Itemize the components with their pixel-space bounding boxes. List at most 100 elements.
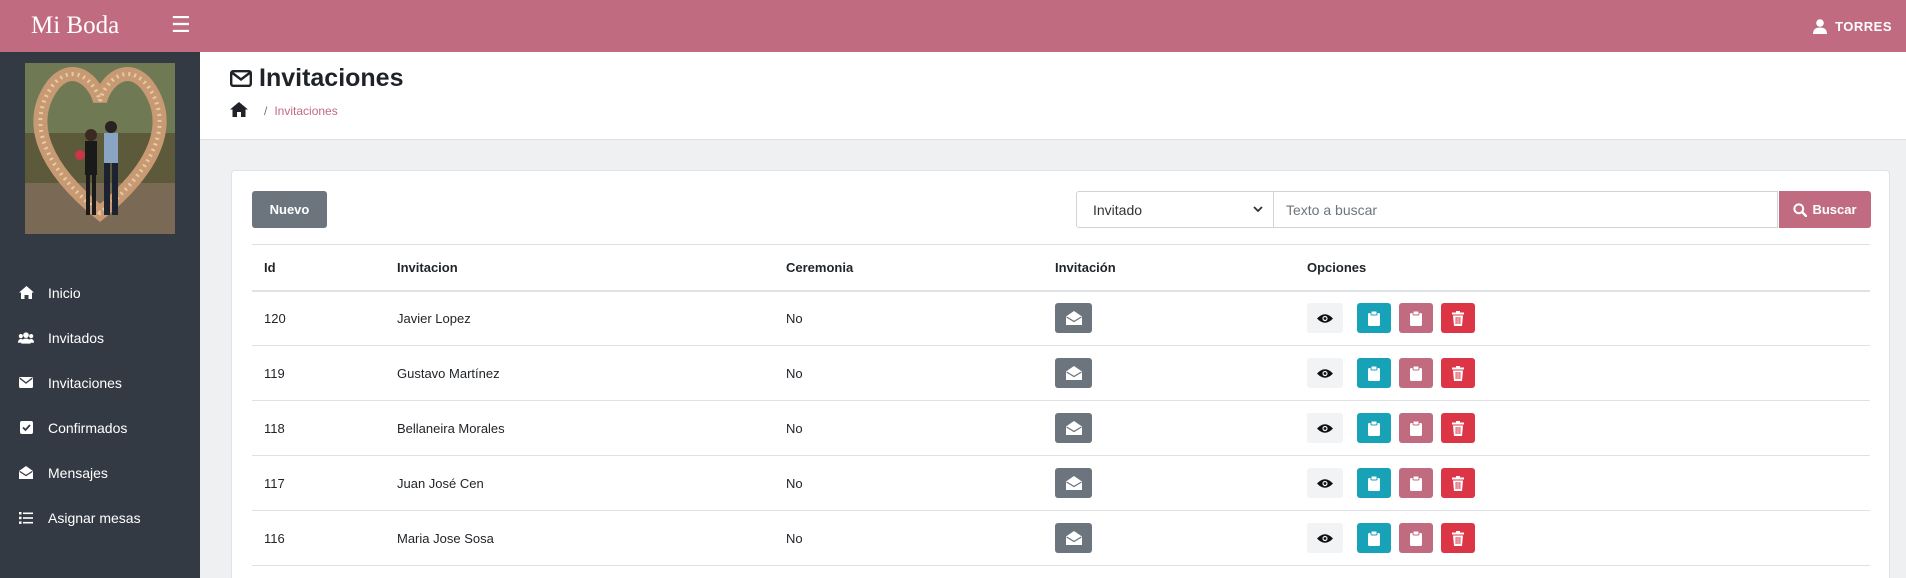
brand-name: Mi Boda (31, 12, 120, 39)
copy-button[interactable] (1357, 468, 1391, 498)
delete-button[interactable] (1441, 468, 1475, 498)
filter-select[interactable]: Invitado (1076, 191, 1274, 228)
column-header-invitacion: Invitacion (385, 244, 774, 292)
clipboard-icon (1410, 365, 1422, 381)
column-header-ceremonia: Ceremonia (774, 244, 1043, 292)
clipboard-icon (1368, 475, 1380, 491)
cell-ceremonia: No (774, 455, 1043, 511)
search-button[interactable]: Buscar (1779, 191, 1871, 228)
cell-ceremonia: No (774, 345, 1043, 401)
cell-name: Bellaneira Morales (385, 400, 774, 456)
envelope-icon (230, 70, 252, 87)
edit-button[interactable] (1399, 358, 1433, 388)
open-invitation-button[interactable] (1055, 358, 1092, 388)
cell-name: Javier Lopez (385, 290, 774, 346)
sidebar-item-invitaciones[interactable]: Invitaciones (0, 360, 200, 405)
copy-button[interactable] (1357, 303, 1391, 334)
page-title: Invitaciones (230, 64, 404, 93)
clipboard-icon (1368, 420, 1380, 436)
brand[interactable]: Mi Boda (0, 0, 200, 52)
cell-ceremonia: No (774, 400, 1043, 456)
delete-button[interactable] (1441, 358, 1475, 388)
open-invitation-button[interactable] (1055, 523, 1092, 553)
copy-button[interactable] (1357, 523, 1391, 553)
cell-options (1295, 345, 1870, 401)
delete-button[interactable] (1441, 303, 1475, 334)
edit-button[interactable] (1399, 523, 1433, 553)
delete-button[interactable] (1441, 413, 1475, 443)
edit-button[interactable] (1399, 303, 1433, 334)
sidebar-nav: Inicio Invitados Invitaciones Confirmado… (0, 270, 200, 540)
search-button-label: Buscar (1812, 202, 1857, 217)
envelope-open-icon (1065, 531, 1082, 545)
envelope-icon (18, 375, 34, 391)
view-button[interactable] (1307, 358, 1343, 388)
users-icon (18, 330, 34, 346)
sidebar-item-label: Confirmados (48, 419, 128, 436)
view-button[interactable] (1307, 413, 1343, 443)
home-icon[interactable] (230, 102, 248, 120)
table-row: 117 Juan José Cen No (252, 455, 1870, 511)
user-menu[interactable]: TORRES (1813, 0, 1892, 52)
eye-icon (1317, 423, 1333, 433)
sidebar-item-inicio[interactable]: Inicio (0, 270, 200, 315)
breadcrumb-separator: / (264, 104, 268, 118)
cell-options (1295, 400, 1870, 456)
clipboard-icon (1410, 530, 1422, 546)
breadcrumb: / Invitaciones (230, 102, 338, 120)
clipboard-icon (1410, 310, 1422, 326)
sidebar: Inicio Invitados Invitaciones Confirmado… (0, 52, 200, 578)
search-input[interactable] (1274, 191, 1778, 228)
new-button[interactable]: Nuevo (252, 191, 327, 228)
edit-button[interactable] (1399, 413, 1433, 443)
edit-button[interactable] (1399, 468, 1433, 498)
cell-options (1295, 455, 1870, 511)
cell-id: 118 (252, 400, 385, 456)
page-header: Invitaciones / Invitaciones (200, 52, 1906, 140)
menu-toggle-icon[interactable]: ☰ (171, 14, 191, 36)
couple-photo (25, 63, 175, 234)
envelope-open-icon (1065, 366, 1082, 380)
cell-options (1295, 510, 1870, 566)
column-header-invitation-link: Invitación (1043, 244, 1295, 292)
cell-ceremonia: No (774, 290, 1043, 346)
view-button[interactable] (1307, 468, 1343, 498)
table-row: 118 Bellaneira Morales No (252, 400, 1870, 456)
delete-button[interactable] (1441, 523, 1475, 553)
top-navbar: Mi Boda ☰ TORRES (0, 0, 1906, 52)
sidebar-item-confirmados[interactable]: Confirmados (0, 405, 200, 450)
cell-name: Maria Jose Sosa (385, 510, 774, 566)
user-name: TORRES (1835, 18, 1892, 34)
copy-button[interactable] (1357, 413, 1391, 443)
cell-options (1295, 290, 1870, 346)
view-button[interactable] (1307, 523, 1343, 553)
sidebar-item-mensajes[interactable]: Mensajes (0, 450, 200, 495)
open-invitation-button[interactable] (1055, 303, 1092, 334)
sidebar-item-invitados[interactable]: Invitados (0, 315, 200, 360)
view-button[interactable] (1307, 303, 1343, 334)
eye-icon (1317, 314, 1333, 323)
cell-invitation (1043, 400, 1295, 456)
sidebar-item-label: Inicio (48, 284, 81, 301)
sidebar-item-label: Mensajes (48, 464, 108, 481)
copy-button[interactable] (1357, 358, 1391, 388)
cell-invitation (1043, 455, 1295, 511)
table-header-row: Id Invitacion Ceremonia Invitación Opcio… (252, 244, 1870, 292)
clipboard-icon (1368, 530, 1380, 546)
trash-icon (1452, 365, 1464, 381)
user-icon (1813, 18, 1828, 34)
cell-id: 119 (252, 345, 385, 401)
clipboard-icon (1368, 365, 1380, 381)
eye-icon (1317, 368, 1333, 378)
trash-icon (1452, 530, 1464, 546)
invitations-table: Id Invitacion Ceremonia Invitación Opcio… (252, 244, 1870, 566)
eye-icon (1317, 478, 1333, 488)
page-title-text: Invitaciones (259, 64, 404, 92)
search-icon (1793, 202, 1808, 217)
eye-icon (1317, 533, 1333, 543)
open-invitation-button[interactable] (1055, 413, 1092, 443)
clipboard-icon (1368, 310, 1380, 326)
table-row: 116 Maria Jose Sosa No (252, 510, 1870, 566)
sidebar-item-asignar-mesas[interactable]: Asignar mesas (0, 495, 200, 540)
open-invitation-button[interactable] (1055, 468, 1092, 498)
